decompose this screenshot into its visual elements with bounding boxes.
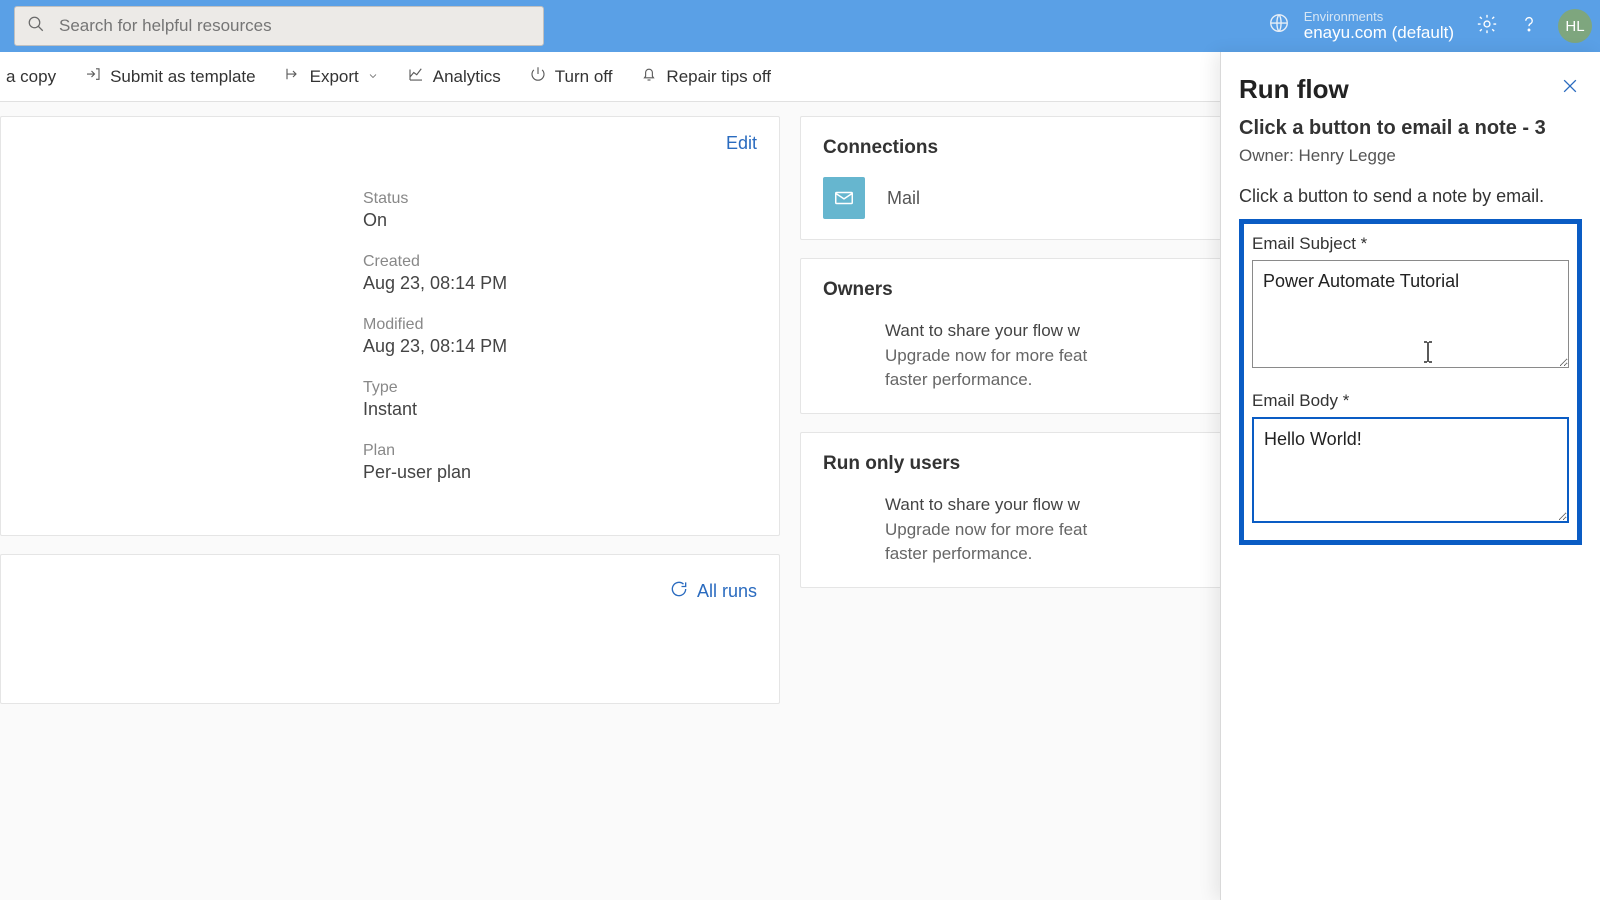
detail-modified: Modified Aug 23, 08:14 PM	[363, 316, 779, 357]
cmd-turn-off[interactable]: Turn off	[515, 52, 627, 101]
email-subject-input[interactable]	[1252, 260, 1569, 368]
run-inputs-group: Email Subject * Email Body *	[1239, 219, 1582, 545]
runonly-placeholder-icon	[823, 493, 865, 535]
chart-icon	[407, 65, 425, 88]
detail-value: Instant	[363, 399, 779, 420]
close-button[interactable]	[1558, 74, 1582, 103]
all-runs-label: All runs	[697, 581, 757, 602]
detail-label: Status	[363, 190, 779, 208]
detail-value: Aug 23, 08:14 PM	[363, 336, 779, 357]
email-subject-label: Email Subject *	[1252, 234, 1569, 254]
edit-link[interactable]: Edit	[726, 133, 757, 154]
avatar[interactable]: HL	[1558, 9, 1592, 43]
help-button[interactable]	[1508, 5, 1550, 47]
power-icon	[529, 65, 547, 88]
cmd-submit-template[interactable]: Submit as template	[70, 52, 270, 101]
flow-description: Click a button to send a note by email.	[1239, 186, 1582, 207]
flow-details-card: Edit Status On Created Aug 23, 08:14 PM …	[0, 116, 780, 536]
panel-title: Run flow	[1239, 74, 1349, 105]
export-icon	[284, 65, 302, 88]
detail-label: Modified	[363, 316, 779, 334]
flow-name: Click a button to email a note - 3	[1239, 117, 1582, 140]
cmd-save-copy[interactable]: a copy	[6, 52, 70, 101]
email-body-input[interactable]	[1252, 417, 1569, 523]
bell-icon	[640, 65, 658, 88]
run-flow-panel: Run flow Click a button to email a note …	[1220, 52, 1600, 900]
search-input[interactable]	[59, 16, 531, 36]
refresh-icon	[669, 579, 689, 604]
detail-label: Type	[363, 379, 779, 397]
cmd-label: Repair tips off	[666, 67, 771, 87]
detail-value: On	[363, 210, 779, 231]
owners-upsell-text: Want to share your flow w Upgrade now fo…	[885, 319, 1087, 393]
cmd-label: Submit as template	[110, 67, 256, 87]
avatar-initials: HL	[1565, 18, 1584, 35]
mail-icon	[823, 177, 865, 219]
detail-plan: Plan Per-user plan	[363, 442, 779, 483]
flow-owner: Owner: Henry Legge	[1239, 146, 1582, 166]
cmd-label: a copy	[6, 67, 56, 87]
cmd-label: Export	[310, 67, 359, 87]
environment-label: Environments	[1304, 10, 1454, 24]
gear-icon	[1476, 13, 1498, 40]
environment-picker[interactable]: Environments enayu.com (default)	[1268, 10, 1454, 43]
question-icon	[1518, 13, 1540, 40]
close-icon	[1560, 83, 1580, 100]
all-runs-link[interactable]: All runs	[669, 579, 757, 604]
runonly-upsell-text: Want to share your flow w Upgrade now fo…	[885, 493, 1087, 567]
cmd-label: Turn off	[555, 67, 613, 87]
detail-status: Status On	[363, 190, 779, 231]
detail-value: Aug 23, 08:14 PM	[363, 273, 779, 294]
environment-name: enayu.com (default)	[1304, 24, 1454, 43]
cmd-repair-tips[interactable]: Repair tips off	[626, 52, 785, 101]
detail-label: Plan	[363, 442, 779, 460]
detail-label: Created	[363, 253, 779, 271]
detail-value: Per-user plan	[363, 462, 779, 483]
settings-button[interactable]	[1466, 5, 1508, 47]
email-body-label: Email Body *	[1252, 391, 1569, 411]
runs-card: All runs	[0, 554, 780, 704]
app-header: Environments enayu.com (default) HL	[0, 0, 1600, 52]
chevron-down-icon	[367, 67, 379, 87]
owners-placeholder-icon	[823, 319, 865, 361]
detail-type: Type Instant	[363, 379, 779, 420]
connection-name: Mail	[887, 188, 920, 209]
search-box[interactable]	[14, 6, 544, 46]
arrow-right-box-icon	[84, 65, 102, 88]
cmd-analytics[interactable]: Analytics	[393, 52, 515, 101]
cmd-label: Analytics	[433, 67, 501, 87]
environment-icon	[1268, 12, 1290, 39]
detail-created: Created Aug 23, 08:14 PM	[363, 253, 779, 294]
search-icon	[27, 15, 45, 38]
cmd-export[interactable]: Export	[270, 52, 393, 101]
